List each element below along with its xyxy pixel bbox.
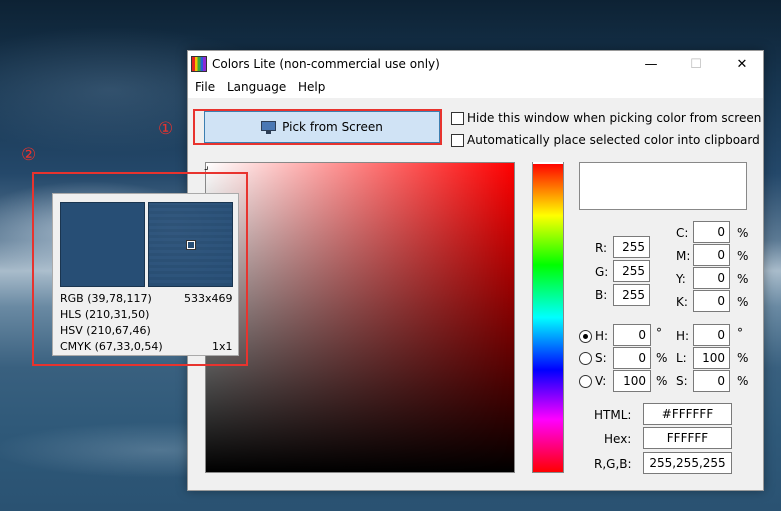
saturation-value-picker[interactable]: ⌟ [204,161,515,473]
m-unit: % [737,249,749,263]
hsv-s-field[interactable]: 0 [613,347,651,369]
r-field[interactable]: 255 [613,236,650,258]
hls-h-unit: ° [737,326,743,340]
k-unit: % [737,295,749,309]
h-radio[interactable] [579,330,592,343]
maximize-icon[interactable]: ☐ [673,51,719,78]
hls-l-field[interactable]: 100 [693,347,730,369]
rgb-code-field[interactable]: 255,255,255 [643,452,732,474]
c-unit: % [737,226,749,240]
app-icon [191,56,207,72]
hls-s-unit: % [737,374,749,388]
hsv-v-unit: % [656,374,668,388]
y-field[interactable]: 0 [693,267,730,289]
b-field[interactable]: 255 [613,284,650,306]
menu-language[interactable]: Language [227,80,286,94]
title-bar: Colors Lite (non-commercial use only) — … [188,51,763,78]
window-title: Colors Lite (non-commercial use only) [212,57,440,71]
hsv-s-label: S: [595,351,607,365]
hex-field[interactable]: FFFFFF [643,427,732,449]
menu-file[interactable]: File [195,80,215,94]
s-radio[interactable] [579,352,592,365]
hsv-h-label: H: [595,329,609,343]
c-field[interactable]: 0 [693,221,730,243]
annotation-number-1: ① [158,119,174,139]
hsv-v-field[interactable]: 100 [613,370,651,392]
hue-slider-handle[interactable] [533,162,563,169]
b-label: B: [595,288,608,302]
hue-slider[interactable] [532,162,564,473]
hide-window-option[interactable]: Hide this window when picking color from… [451,111,761,125]
hls-h-field[interactable]: 0 [693,324,730,346]
close-icon[interactable]: ✕ [719,51,765,78]
hls-s-field[interactable]: 0 [693,370,730,392]
k-label: K: [676,295,688,309]
v-radio[interactable] [579,375,592,388]
hex-label: Hex: [604,432,632,446]
minimize-icon[interactable]: — [628,51,674,78]
hls-s-label: S: [676,374,688,388]
color-preview [579,162,747,210]
m-field[interactable]: 0 [693,244,730,266]
hide-window-label: Hide this window when picking color from… [467,111,762,125]
annotation-number-2: ② [21,145,37,165]
hls-h-label: H: [676,329,690,343]
html-label: HTML: [594,408,632,422]
y-unit: % [737,272,749,286]
auto-clipboard-checkbox[interactable] [451,133,464,147]
hsv-h-unit: ° [656,326,662,340]
rgb-code-label: R,G,B: [594,457,632,471]
auto-clipboard-label: Automatically place selected color into … [467,133,760,147]
m-label: M: [676,249,691,263]
auto-clipboard-option[interactable]: Automatically place selected color into … [451,133,760,147]
c-label: C: [676,226,689,240]
menu-help[interactable]: Help [298,80,325,94]
menu-bar: File Language Help [188,78,763,98]
r-label: R: [595,241,608,255]
hsv-h-field[interactable]: 0 [613,324,651,346]
hls-l-label: L: [676,351,687,365]
picker-marker-icon: ⌟ [204,161,209,172]
hsv-v-label: V: [595,374,607,388]
y-label: Y: [676,272,686,286]
g-label: G: [595,265,609,279]
hls-l-unit: % [737,351,749,365]
highlight-pick-button [193,109,442,145]
html-field[interactable]: #FFFFFF [643,403,732,425]
hide-window-checkbox[interactable] [451,111,464,125]
highlight-magnifier [32,172,248,366]
g-field[interactable]: 255 [613,260,650,282]
hsv-s-unit: % [656,351,668,365]
k-field[interactable]: 0 [693,290,730,312]
